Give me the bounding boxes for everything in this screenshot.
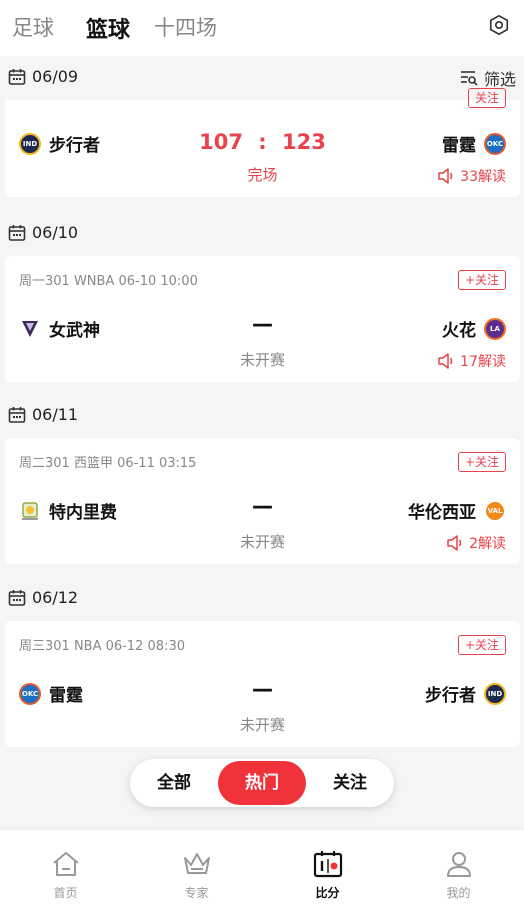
date-label: 06/11 (32, 405, 79, 424)
away-team-name: 火花 (442, 321, 476, 341)
match-status: 未开赛 (239, 716, 285, 734)
segment-all[interactable]: 全部 (130, 759, 218, 807)
date-label: 06/10 (32, 223, 79, 242)
filter-icon (460, 71, 478, 86)
tab-basketball[interactable]: 篮球 (86, 12, 130, 44)
match-meta: 周三301 NBA 06-12 08:30 (19, 639, 185, 654)
speaker-icon (438, 353, 453, 369)
away-team-name: 华伦西亚 (408, 503, 476, 523)
team-logo: OKC (484, 132, 506, 155)
scoreboard-icon (313, 851, 342, 878)
nav-mine-label: 我的 (446, 886, 471, 900)
away-team: 华伦西亚 VAL (408, 498, 506, 523)
match-card[interactable]: 周一301 WNBA 06-10 10:00 +关注 女武神 — 火花 LA 未… (5, 256, 520, 382)
user-icon (446, 852, 471, 877)
settings-icon[interactable] (488, 14, 510, 36)
segment-follow[interactable]: 关注 (306, 759, 394, 807)
date-header: 06/12 (0, 577, 524, 621)
reads-count: 33解读 (460, 169, 506, 185)
reads-count: 17解读 (460, 354, 506, 370)
match-card[interactable]: 关注 IND 步行者 107 : 123 雷霆 OKC 完场 33解读 (5, 88, 520, 197)
away-team-name: 步行者 (425, 686, 476, 706)
follow-button[interactable]: 关注 (467, 88, 506, 108)
match-meta: 周一301 WNBA 06-10 10:00 (19, 274, 198, 289)
match-card[interactable]: 周三301 NBA 06-12 08:30 +关注 OKC 雷霆 — 步行者 I… (5, 621, 520, 747)
filter-segment: 全部 热门 关注 (130, 759, 394, 807)
calendar-icon (8, 407, 26, 423)
date-label: 06/12 (32, 588, 79, 607)
away-team: 火花 LA (442, 316, 506, 341)
filter-button[interactable]: 筛选 (460, 66, 516, 90)
filter-label: 筛选 (483, 70, 516, 89)
calendar-icon (8, 590, 26, 606)
date-header: 06/10 (0, 212, 524, 256)
match-status: 未开赛 (239, 533, 285, 551)
reads-count: 2解读 (469, 536, 506, 552)
segment-hot[interactable]: 热门 (218, 761, 306, 805)
nav-home[interactable]: 首页 (0, 830, 131, 904)
reads-link[interactable]: 17解读 (437, 351, 506, 371)
follow-button[interactable]: +关注 (457, 635, 506, 655)
calendar-icon (8, 225, 26, 241)
nav-score[interactable]: 比分 (262, 830, 393, 904)
reads-link[interactable]: 2解读 (446, 533, 506, 553)
follow-button[interactable]: +关注 (457, 270, 506, 290)
top-nav: 足球 篮球 十四场 (0, 0, 524, 56)
match-meta: 周二301 西篮甲 06-11 03:15 (19, 456, 197, 471)
home-score: 107 (199, 130, 243, 154)
calendar-icon (8, 69, 26, 85)
away-team: 步行者 IND (425, 681, 506, 706)
date-label: 06/09 (32, 67, 79, 86)
reads-link[interactable]: 33解读 (437, 166, 506, 186)
follow-button[interactable]: +关注 (457, 452, 506, 472)
score-separator: : (258, 130, 267, 154)
tab-football[interactable]: 足球 (12, 12, 54, 42)
speaker-icon (438, 168, 453, 184)
nav-mine[interactable]: 我的 (393, 830, 524, 904)
nav-home-label: 首页 (53, 886, 78, 900)
tab-fourteen[interactable]: 十四场 (154, 12, 217, 42)
away-team: 雷霆 OKC (442, 131, 506, 156)
team-logo: IND (484, 682, 506, 705)
team-logo: LA (484, 317, 506, 340)
date-header: 06/09 筛选 (0, 56, 524, 100)
nav-expert-label: 专家 (184, 886, 209, 900)
home-icon (52, 852, 79, 876)
crown-icon (183, 853, 210, 874)
nav-score-label: 比分 (315, 886, 340, 900)
match-card[interactable]: 周二301 西篮甲 06-11 03:15 +关注 特内里费 — 华伦西亚 VA… (5, 438, 520, 564)
away-score: 123 (282, 130, 326, 154)
bottom-nav: 首页 专家 比分 我的 (0, 829, 524, 904)
team-logo: VAL (484, 499, 506, 522)
nav-expert[interactable]: 专家 (131, 830, 262, 904)
date-header: 06/11 (0, 394, 524, 438)
speaker-icon (447, 535, 462, 551)
away-team-name: 雷霆 (442, 136, 476, 156)
